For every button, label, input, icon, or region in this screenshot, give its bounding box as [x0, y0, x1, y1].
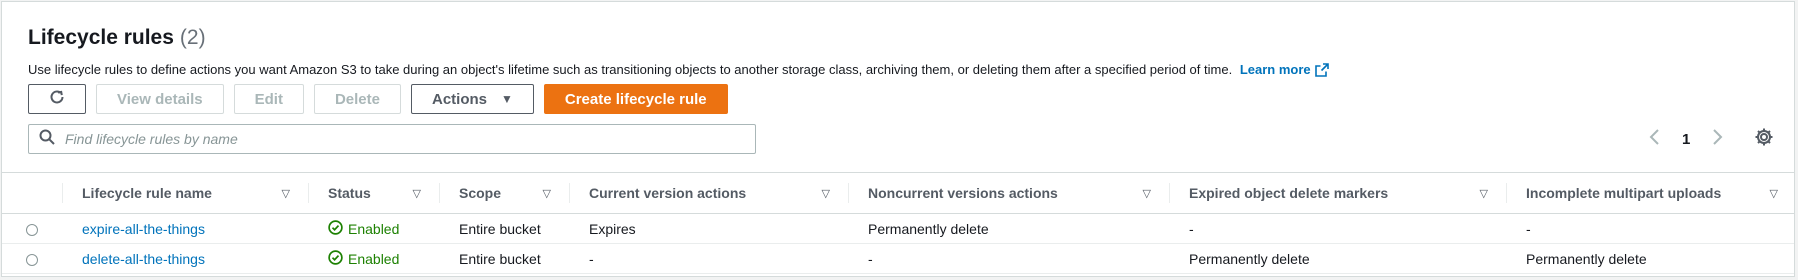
status-indicator: Enabled — [328, 219, 400, 238]
current-version-actions-cell: Expires — [569, 213, 848, 244]
refresh-icon — [48, 88, 66, 110]
status-cell: Enabled — [308, 243, 439, 274]
row-radio[interactable] — [26, 253, 38, 266]
noncurrent-versions-actions-cell: Permanently delete — [848, 213, 1169, 244]
create-lifecycle-rule-button[interactable]: Create lifecycle rule — [543, 84, 728, 114]
column-label: Current version actions — [589, 185, 747, 201]
table-row[interactable]: expire-all-the-things Enabled Entire buc… — [2, 213, 1794, 244]
column-label: Lifecycle rule name — [82, 185, 212, 201]
settings-icon[interactable] — [1754, 127, 1774, 152]
description: Use lifecycle rules to define actions yo… — [28, 62, 1764, 80]
status-indicator: Enabled — [328, 249, 400, 268]
sort-icon: ▽ — [1479, 187, 1488, 200]
check-circle-icon — [328, 249, 343, 268]
learn-more-label: Learn more — [1239, 62, 1311, 77]
rules-count: (2) — [179, 26, 206, 49]
learn-more-link[interactable]: Learn more — [1240, 62, 1329, 77]
row-radio[interactable] — [26, 223, 38, 236]
column-label: Incomplete multipart uploads — [1526, 185, 1722, 201]
page-title: Lifecycle rules — [28, 26, 174, 49]
column-header-name[interactable]: Lifecycle rule name ▽ — [62, 172, 308, 214]
page-number[interactable]: 1 — [1682, 131, 1690, 148]
view-details-button[interactable]: View details — [96, 84, 224, 114]
incomplete-multipart-uploads-cell: - — [1506, 213, 1794, 244]
table-row[interactable]: delete-all-the-things Enabled Entire buc… — [2, 243, 1794, 274]
expired-object-delete-markers-cell: Permanently delete — [1169, 243, 1506, 274]
edit-button[interactable]: Edit — [233, 84, 304, 114]
sort-icon: ▽ — [1142, 187, 1151, 200]
incomplete-multipart-uploads-cell: Permanently delete — [1506, 243, 1794, 274]
column-label: Scope — [459, 185, 502, 201]
check-circle-icon — [328, 219, 343, 238]
column-label: Noncurrent versions actions — [868, 185, 1058, 201]
column-label: Status — [328, 185, 371, 201]
rule-name-link[interactable]: delete-all-the-things — [82, 251, 205, 267]
rule-name-link[interactable]: expire-all-the-things — [82, 221, 205, 237]
row-select-cell — [2, 213, 62, 244]
refresh-button[interactable] — [28, 84, 86, 114]
row-select-cell — [2, 243, 62, 274]
actions-dropdown[interactable]: Actions ▼ — [410, 84, 534, 114]
column-header-status[interactable]: Status ▽ — [308, 172, 439, 214]
column-header-scope[interactable]: Scope ▽ — [439, 172, 569, 214]
sort-icon: ▽ — [542, 187, 551, 200]
description-text: Use lifecycle rules to define actions yo… — [28, 62, 1233, 77]
sort-icon: ▽ — [412, 187, 421, 200]
lifecycle-rules-panel: Lifecycle rules (2) Use lifecycle rules … — [1, 1, 1795, 277]
panel-header: Lifecycle rules (2) Use lifecycle rules … — [28, 26, 1764, 80]
status-label: Enabled — [348, 220, 400, 237]
select-column-header — [2, 172, 62, 214]
scope-cell: Entire bucket — [439, 213, 569, 244]
sort-icon: ▽ — [821, 187, 830, 200]
pagination: 1 — [1648, 128, 1724, 151]
status-cell: Enabled — [308, 213, 439, 244]
column-header-current-version-actions[interactable]: Current version actions ▽ — [569, 172, 848, 214]
chevron-right-icon[interactable] — [1712, 128, 1724, 151]
sort-icon: ▽ — [1769, 187, 1778, 200]
column-header-expired-object-delete-markers[interactable]: Expired object delete markers ▽ — [1169, 172, 1506, 214]
rule-name-cell: delete-all-the-things — [62, 243, 308, 274]
title-row: Lifecycle rules (2) — [28, 26, 1764, 50]
actions-label: Actions — [431, 90, 487, 108]
lifecycle-rules-table: Lifecycle rule name ▽ Status ▽ Scope ▽ Curr… — [2, 172, 1794, 274]
status-label: Enabled — [348, 250, 400, 267]
column-header-incomplete-multipart-uploads[interactable]: Incomplete multipart uploads ▽ — [1506, 172, 1794, 214]
caret-down-icon: ▼ — [501, 92, 513, 106]
search-box — [28, 124, 756, 154]
current-version-actions-cell: - — [569, 243, 848, 274]
column-label: Expired object delete markers — [1189, 185, 1389, 201]
noncurrent-versions-actions-cell: - — [848, 243, 1169, 274]
search-input[interactable] — [63, 130, 747, 148]
search-icon — [39, 129, 55, 150]
rule-name-cell: expire-all-the-things — [62, 213, 308, 244]
external-link-icon — [1314, 63, 1329, 80]
toolbar: View details Edit Delete Actions ▼ Creat… — [28, 84, 728, 114]
scope-cell: Entire bucket — [439, 243, 569, 274]
delete-button[interactable]: Delete — [313, 84, 401, 114]
expired-object-delete-markers-cell: - — [1169, 213, 1506, 244]
chevron-left-icon[interactable] — [1648, 128, 1660, 151]
table-header-row: Lifecycle rule name ▽ Status ▽ Scope ▽ Curr… — [2, 172, 1794, 214]
column-header-noncurrent-versions-actions[interactable]: Noncurrent versions actions ▽ — [848, 172, 1169, 214]
sort-icon: ▽ — [281, 187, 290, 200]
